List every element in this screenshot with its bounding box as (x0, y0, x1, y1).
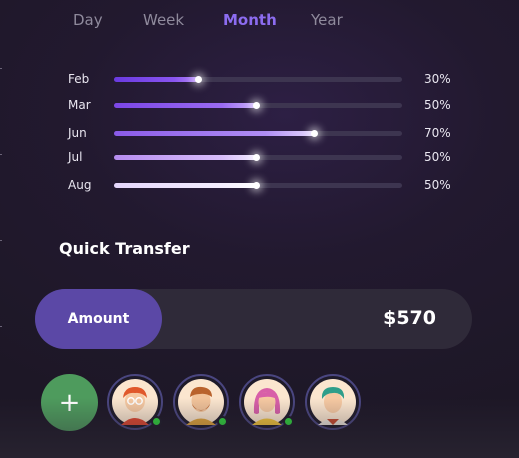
progress-fill (114, 76, 203, 83)
contact-avatar-1[interactable] (107, 374, 163, 430)
progress-fill (114, 102, 260, 109)
plus-icon: + (58, 387, 81, 418)
tab-month[interactable]: Month (223, 11, 277, 29)
amount-field[interactable]: Amount $570 (35, 289, 472, 349)
progress-row-aug: Aug 50% (0, 176, 519, 196)
tab-week[interactable]: Week (143, 11, 184, 29)
amount-value: $570 (383, 307, 436, 329)
contact-avatar-3[interactable] (239, 374, 295, 430)
progress-percent: 30% (424, 72, 451, 86)
amount-button[interactable]: Amount (35, 289, 162, 349)
progress-month-label: Jul (68, 150, 83, 164)
progress-fill (114, 182, 260, 189)
tab-day[interactable]: Day (73, 11, 103, 29)
online-status-dot (151, 416, 162, 427)
progress-track (114, 130, 402, 137)
progress-month-label: Jun (68, 126, 87, 140)
progress-month-label: Feb (68, 72, 90, 86)
contact-avatar-4[interactable] (305, 374, 361, 430)
progress-row-jun: Jun 70% (0, 124, 519, 144)
progress-month-label: Aug (68, 178, 92, 192)
tab-year[interactable]: Year (311, 11, 343, 29)
progress-row-mar: Mar 50% (0, 96, 519, 116)
progress-percent: 50% (424, 150, 451, 164)
progress-fill (114, 154, 260, 161)
progress-percent: 70% (424, 126, 451, 140)
progress-track (114, 182, 402, 189)
add-contact-button[interactable]: + (41, 374, 98, 431)
person-icon (310, 379, 356, 425)
online-status-dot (283, 416, 294, 427)
quick-transfer-title: Quick Transfer (59, 239, 190, 258)
progress-track (114, 154, 402, 161)
progress-track (114, 102, 402, 109)
progress-percent: 50% (424, 98, 451, 112)
online-status-dot (217, 416, 228, 427)
contact-avatar-2[interactable] (173, 374, 229, 430)
progress-track (114, 76, 402, 83)
progress-row-feb: Feb 30% (0, 70, 519, 90)
progress-percent: 50% (424, 178, 451, 192)
progress-fill (114, 130, 318, 137)
progress-row-jul: Jul 50% (0, 148, 519, 168)
progress-month-label: Mar (68, 98, 91, 112)
